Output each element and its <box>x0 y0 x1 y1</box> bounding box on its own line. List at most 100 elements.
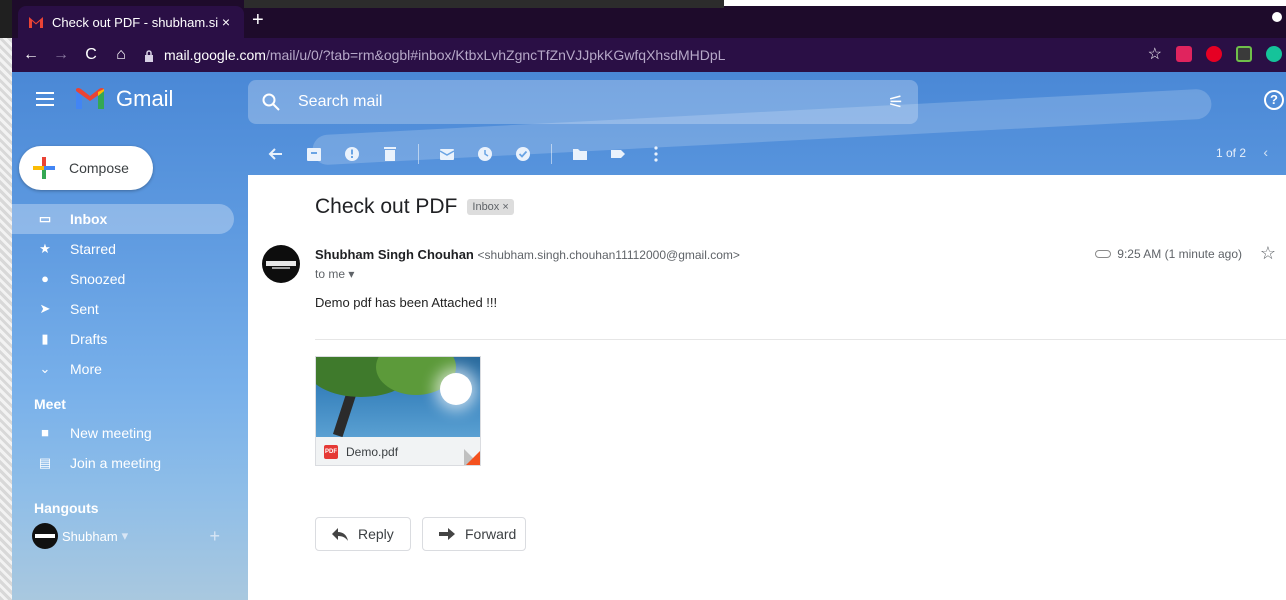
back-to-inbox-icon[interactable] <box>266 144 286 164</box>
forward-icon[interactable]: → <box>50 46 72 64</box>
clock-icon: ● <box>41 271 49 286</box>
gmail-favicon-icon <box>28 15 44 29</box>
join-meeting-item[interactable]: ▤ Join a meeting <box>12 448 234 478</box>
message-time: 9:25 AM (1 minute ago) <box>1117 247 1242 261</box>
draft-icon: ▮ <box>41 331 49 346</box>
hangouts-section: Hangouts Shubham ▾ + <box>12 500 234 552</box>
avatar[interactable] <box>262 245 300 283</box>
reply-button[interactable]: Reply <box>315 517 411 551</box>
reply-icon <box>332 527 348 541</box>
sidebar-item-label: Starred <box>70 241 116 257</box>
video-icon: ■ <box>41 425 49 440</box>
new-meeting-item[interactable]: ■ New meeting <box>12 418 234 448</box>
search-icon[interactable] <box>262 93 280 111</box>
snooze-icon[interactable] <box>475 144 495 164</box>
address-bar[interactable]: mail.google.com/mail/u/0/?tab=rm&ogbl#in… <box>144 42 1174 68</box>
window-control-icon[interactable] <box>1272 12 1282 22</box>
chevron-down-icon: ⌄ <box>39 361 51 376</box>
help-icon[interactable]: ? <box>1264 90 1284 110</box>
pinterest-extension-icon[interactable] <box>1206 46 1222 62</box>
remove-label-icon[interactable]: × <box>502 201 508 213</box>
labels-icon[interactable] <box>608 144 628 164</box>
attachment-name: Demo.pdf <box>346 445 399 459</box>
toolbar-divider <box>418 144 419 164</box>
meet-title: Meet <box>34 396 66 412</box>
hangouts-user[interactable]: Shubham ▾ + <box>12 520 234 552</box>
sidebar-item-starred[interactable]: ★ Starred <box>12 234 234 264</box>
recipient-details[interactable]: to me ▾ <box>315 267 354 281</box>
sidebar-item-label: Sent <box>70 301 99 317</box>
avatar <box>32 523 58 549</box>
url-host: mail.google.com <box>164 47 266 63</box>
pocket-extension-icon[interactable] <box>1176 46 1192 62</box>
tab-title: Check out PDF - shubham.singh. <box>52 14 218 30</box>
meet-item-label: Join a meeting <box>70 455 162 471</box>
star-message-icon[interactable]: ☆ <box>1260 243 1276 264</box>
delete-icon[interactable] <box>380 144 400 164</box>
sidebar-nav: ▭ Inbox ★ Starred ● Snoozed ➤ Sent ▮ Dra… <box>12 204 234 384</box>
hangouts-title: Hangouts <box>34 500 99 516</box>
tab-close-icon[interactable]: × <box>218 14 234 30</box>
gmail-logo[interactable]: Gmail <box>74 86 173 112</box>
back-icon[interactable]: ← <box>20 46 42 64</box>
browser-tab-strip: Check out PDF - shubham.singh. × + <box>0 0 1286 38</box>
meet-item-label: New meeting <box>70 425 152 441</box>
hangouts-user-dropdown-icon[interactable]: ▾ <box>122 528 129 544</box>
move-to-icon[interactable] <box>570 144 590 164</box>
report-spam-icon[interactable] <box>342 144 362 164</box>
forward-label: Forward <box>465 526 517 542</box>
extensions-bar: ☆ <box>1148 44 1282 64</box>
main-menu-icon[interactable] <box>36 92 54 106</box>
gmail-app: Gmail ⚟ ? Compose ▭ Inbox ★ Starred <box>12 72 1286 600</box>
toolbar-divider <box>551 144 552 164</box>
attachment-footer: PDF Demo.pdf <box>316 437 480 465</box>
forward-button[interactable]: Forward <box>422 517 526 551</box>
reply-label: Reply <box>358 526 394 542</box>
sidebar-item-more[interactable]: ⌄ More <box>12 354 234 384</box>
sidebar-item-sent[interactable]: ➤ Sent <box>12 294 234 324</box>
new-tab-button[interactable]: + <box>252 10 264 30</box>
home-icon[interactable]: ⌂ <box>110 46 132 64</box>
message-subject: Check out PDF <box>315 195 458 218</box>
send-icon: ➤ <box>39 301 51 316</box>
desktop-edge <box>0 38 12 600</box>
message-actions-toolbar: 1 of 2 ‹ <box>248 134 1286 174</box>
attachment-icon <box>1095 250 1112 258</box>
compose-plus-icon <box>33 157 55 179</box>
reload-icon[interactable]: C <box>80 46 102 64</box>
sender-name[interactable]: Shubham Singh Chouhan <box>315 247 474 262</box>
lock-icon <box>144 49 154 62</box>
star-icon: ★ <box>39 241 51 256</box>
more-options-icon[interactable] <box>646 144 666 164</box>
app-name: Gmail <box>116 86 174 111</box>
page-curl-accent <box>464 449 480 465</box>
message-body: Demo pdf has been Attached !!! <box>315 295 498 310</box>
sender-email: <shubham.singh.chouhan11112000@gmail.com… <box>477 248 740 262</box>
tab-strip-overlay <box>244 0 724 8</box>
bookmark-star-icon[interactable]: ☆ <box>1148 44 1162 64</box>
sidebar-item-inbox[interactable]: ▭ Inbox <box>12 204 234 234</box>
message-subject-row: Check out PDF Inbox × <box>315 195 514 219</box>
details-dropdown-icon[interactable]: ▾ <box>348 267 354 281</box>
hangouts-user-name: Shubham <box>62 528 118 544</box>
compose-button[interactable]: Compose <box>19 146 153 190</box>
sidebar-item-snoozed[interactable]: ● Snoozed <box>12 264 234 294</box>
browser-tab[interactable]: Check out PDF - shubham.singh. × <box>18 6 244 38</box>
add-chat-icon[interactable]: + <box>209 526 220 547</box>
add-to-tasks-icon[interactable] <box>513 144 533 164</box>
sidebar-item-drafts[interactable]: ▮ Drafts <box>12 324 234 354</box>
grammarly-extension-icon[interactable] <box>1266 46 1282 62</box>
archive-icon[interactable] <box>304 144 324 164</box>
search-options-icon[interactable]: ⚟ <box>888 92 904 113</box>
mark-unread-icon[interactable] <box>437 144 457 164</box>
extension-icon[interactable] <box>1236 46 1252 62</box>
meet-section: Meet ■ New meeting ▤ Join a meeting <box>12 396 234 478</box>
inbox-label-chip[interactable]: Inbox × <box>467 199 514 215</box>
attachment-card[interactable]: PDF Demo.pdf <box>315 356 481 466</box>
search-input[interactable] <box>298 93 888 111</box>
forward-icon <box>439 527 455 541</box>
attachment-divider <box>315 339 1286 340</box>
older-icon[interactable]: ‹ <box>1263 144 1268 160</box>
search-bar[interactable]: ⚟ <box>248 80 918 124</box>
inbox-icon: ▭ <box>38 211 52 226</box>
